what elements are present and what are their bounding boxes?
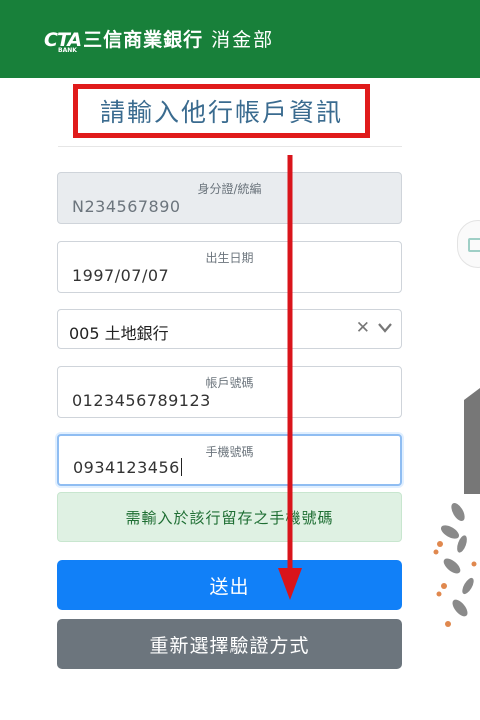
page-title: 請輸入他行帳戶資訊 [99,98,343,127]
id-number-field: 身分證/統編 N234567890 [57,172,402,224]
department-name: 消金部 [211,28,275,51]
side-floating-icon[interactable] [457,220,480,268]
submit-button[interactable]: 送出 [57,560,402,610]
logo-mark: CTA BANK [44,30,82,54]
mobile-notice: 需輸入於該行留存之手機號碼 [57,492,402,542]
account-number-value: 0123456789123 [72,391,211,410]
mobile-number-field[interactable]: 手機號碼 0934123456 [57,434,402,486]
title-divider [58,146,402,147]
bank-select-value: 005 土地銀行 [69,324,169,343]
id-number-label: 身分證/統編 [197,182,262,196]
account-number-label: 帳戶號碼 [205,376,254,390]
close-icon[interactable]: ✕ [356,318,370,338]
app-header: CTA BANK 三信商業銀行 消金部 [0,0,480,78]
reselect-verification-button[interactable]: 重新選擇驗證方式 [57,619,402,669]
birth-date-field[interactable]: 出生日期 1997/07/07 [57,241,402,293]
birth-date-value: 1997/07/07 [72,266,170,285]
text-cursor [180,458,182,476]
bank-select[interactable]: 005 土地銀行 ✕ [57,309,402,349]
chevron-down-icon[interactable] [377,322,393,334]
mobile-number-value-wrap: 0934123456 [73,458,182,477]
id-number-value: N234567890 [72,197,181,216]
logo-sub-text: BANK [58,46,77,54]
account-number-field[interactable]: 帳戶號碼 0123456789123 [57,366,402,418]
background-decoration [464,388,480,494]
bank-logo: CTA BANK 三信商業銀行 消金部 [44,25,274,54]
bank-name: 三信商業銀行 [83,28,204,51]
wreath-decoration [433,502,477,627]
birth-date-label: 出生日期 [205,251,254,265]
highlight-box: 請輸入他行帳戶資訊 [73,84,370,138]
mobile-number-value: 0934123456 [73,458,180,477]
